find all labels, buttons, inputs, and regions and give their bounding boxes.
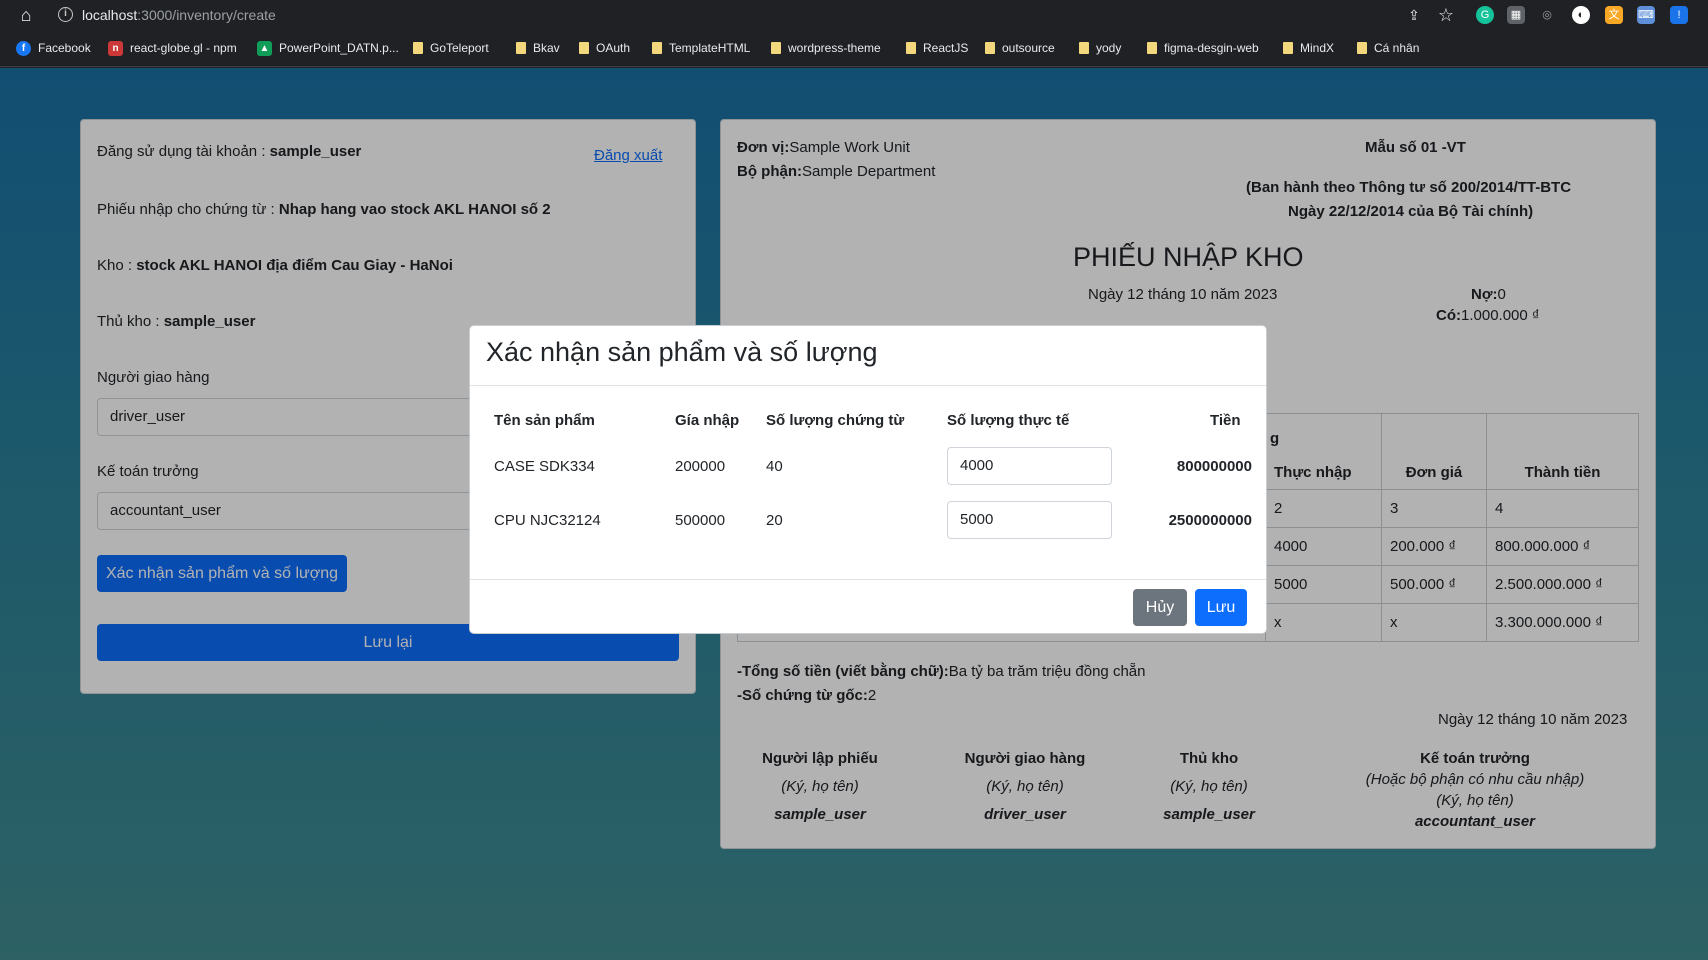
bookmark-powerpoint[interactable]: ▲ PowerPoint_DATN.p... <box>257 39 399 57</box>
bookmark-ca-nhan[interactable]: Cá nhân <box>1357 39 1419 57</box>
product-name: CASE SDK334 <box>494 458 595 475</box>
bookmark-facebook[interactable]: f Facebook <box>16 39 91 57</box>
actual-qty-input[interactable]: 4000 <box>947 447 1112 485</box>
modal-header: Xác nhận sản phẩm và số lượng <box>470 326 1266 386</box>
extension-icon[interactable]: ◐ <box>1572 6 1590 24</box>
npm-icon: n <box>108 40 123 56</box>
bookmark-mindx[interactable]: MindX <box>1283 39 1334 57</box>
url-text: localhost:3000/inventory/create <box>82 7 276 23</box>
product-amount: 2500000000 <box>1168 512 1252 529</box>
product-doc-qty: 20 <box>766 512 783 529</box>
bookmark-templatehtml[interactable]: TemplateHTML <box>652 39 750 57</box>
grammarly-icon[interactable]: G <box>1476 6 1494 24</box>
home-icon[interactable]: ⌂ <box>14 4 38 26</box>
folder-icon <box>1147 42 1157 54</box>
folder-icon <box>985 42 995 54</box>
modal-title: Xác nhận sản phẩm và số lượng <box>486 337 878 367</box>
bookmark-reactjs[interactable]: ReactJS <box>906 39 968 57</box>
bookmark-oauth[interactable]: OAuth <box>579 39 630 57</box>
site-info-icon[interactable]: i <box>58 7 73 22</box>
col-header-actual-qty: Số lượng thực tế <box>947 412 1070 429</box>
actual-qty-input[interactable]: 5000 <box>947 501 1112 539</box>
folder-icon <box>1079 42 1089 54</box>
star-icon[interactable]: ☆ <box>1434 4 1458 26</box>
bookmark-yody[interactable]: yody <box>1079 39 1121 57</box>
product-price: 200000 <box>675 458 726 475</box>
product-name: CPU NJC32124 <box>494 512 601 529</box>
col-header-product: Tên sản phẩm <box>494 412 595 429</box>
share-icon[interactable]: ⇪ <box>1402 4 1426 26</box>
modal-footer: Hủy Lưu <box>470 579 1266 633</box>
product-amount: 800000000 <box>1176 458 1252 475</box>
product-doc-qty: 40 <box>766 458 783 475</box>
folder-icon <box>906 42 916 54</box>
bookmark-react-globe[interactable]: n react-globe.gl - npm <box>108 39 237 57</box>
folder-icon <box>652 42 662 54</box>
bookmark-goteleport[interactable]: GoTeleport <box>413 39 489 57</box>
bookmark-outsource[interactable]: outsource <box>985 39 1055 57</box>
confirm-products-modal: Xác nhận sản phẩm và số lượng Tên sản ph… <box>469 325 1267 634</box>
keyboard-icon[interactable]: ⌨ <box>1637 6 1655 24</box>
bookmark-wordpress-theme[interactable]: wordpress-theme <box>771 39 881 57</box>
folder-icon <box>1357 42 1367 54</box>
folder-icon <box>516 42 526 54</box>
bookmark-figma[interactable]: figma-desgin-web <box>1147 39 1259 57</box>
folder-icon <box>771 42 781 54</box>
product-price: 500000 <box>675 512 726 529</box>
folder-icon <box>1283 42 1293 54</box>
browser-toolbar: ⌂ i localhost:3000/inventory/create ⇪ ☆ … <box>0 0 1708 30</box>
save-modal-button[interactable]: Lưu <box>1195 589 1247 626</box>
col-header-doc-qty: Số lượng chứng từ <box>766 412 905 429</box>
bookmarks-bar: f Facebook n react-globe.gl - npm ▲ PowerPo… <box>0 30 1708 67</box>
facebook-icon: f <box>16 40 31 56</box>
drive-icon: ▲ <box>257 40 272 56</box>
folder-icon <box>413 42 423 54</box>
address-bar[interactable]: i localhost:3000/inventory/create <box>48 2 1408 28</box>
col-header-amount: Tiền <box>1210 412 1241 429</box>
qr-icon[interactable]: ▦ <box>1507 6 1525 24</box>
col-header-price: Gía nhập <box>675 412 740 429</box>
folder-icon <box>579 42 589 54</box>
cancel-button[interactable]: Hủy <box>1133 589 1187 626</box>
bookmark-bkav[interactable]: Bkav <box>516 39 560 57</box>
notification-icon[interactable]: ! <box>1670 6 1688 24</box>
translate-icon[interactable]: 文 <box>1605 6 1623 24</box>
cast-icon[interactable]: ◎ <box>1538 6 1556 24</box>
